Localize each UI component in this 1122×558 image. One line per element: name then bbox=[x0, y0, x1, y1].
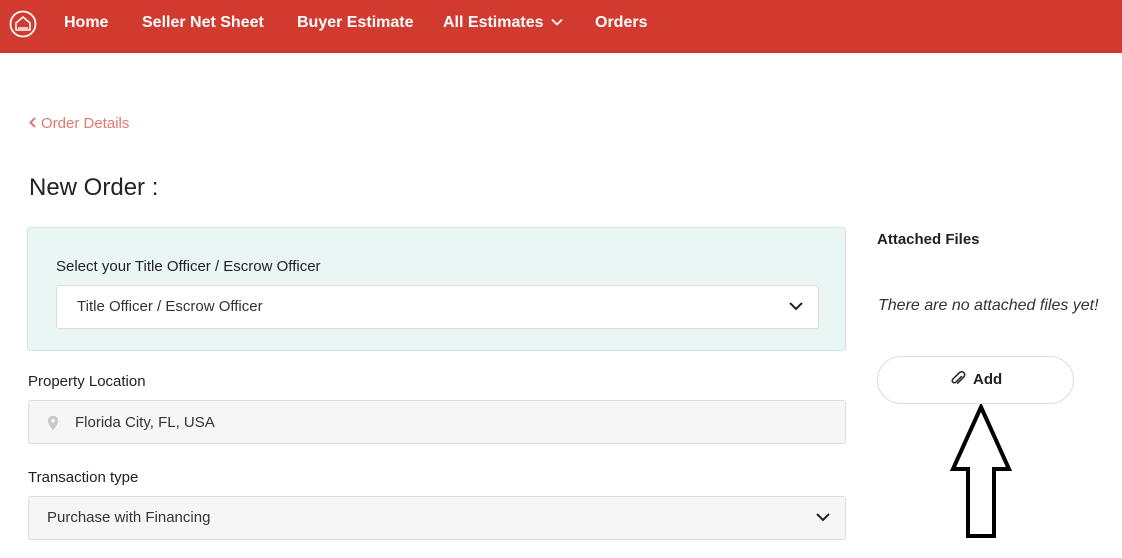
officer-select-label: Select your Title Officer / Escrow Offic… bbox=[56, 258, 321, 275]
attached-files-heading: Attached Files bbox=[877, 231, 980, 248]
property-location-label: Property Location bbox=[28, 373, 146, 390]
property-location-input[interactable] bbox=[75, 401, 835, 443]
nav-all-estimates-label: All Estimates bbox=[443, 14, 544, 31]
property-location-field[interactable] bbox=[28, 400, 846, 444]
add-file-button[interactable]: Add bbox=[877, 356, 1074, 404]
transaction-type-label: Transaction type bbox=[28, 469, 139, 486]
nav-seller-net-sheet[interactable]: Seller Net Sheet bbox=[142, 14, 264, 32]
officer-select-dropdown[interactable]: Title Officer / Escrow Officer bbox=[56, 285, 819, 329]
page-title: New Order : bbox=[29, 174, 159, 201]
officer-select-value: Title Officer / Escrow Officer bbox=[77, 298, 263, 315]
top-navigation-bar: Home Seller Net Sheet Buyer Estimate All… bbox=[0, 0, 1122, 53]
chevron-left-icon bbox=[29, 117, 36, 128]
nav-all-estimates[interactable]: All Estimates bbox=[443, 14, 564, 32]
chevron-down-icon bbox=[816, 513, 830, 522]
add-button-label: Add bbox=[973, 371, 1003, 388]
nav-buyer-estimate[interactable]: Buyer Estimate bbox=[297, 14, 414, 32]
paperclip-icon bbox=[951, 370, 966, 384]
nav-home[interactable]: Home bbox=[64, 14, 108, 32]
nav-orders[interactable]: Orders bbox=[595, 14, 647, 32]
officer-selection-panel: Select your Title Officer / Escrow Offic… bbox=[27, 227, 846, 351]
transaction-type-value: Purchase with Financing bbox=[47, 509, 211, 526]
transaction-type-dropdown[interactable]: Purchase with Financing bbox=[28, 496, 846, 540]
no-files-message: There are no attached files yet! bbox=[878, 297, 1099, 314]
back-to-order-details-link[interactable]: Order Details bbox=[29, 115, 129, 132]
map-pin-icon bbox=[47, 415, 59, 431]
house-circle-logo-icon[interactable] bbox=[9, 10, 37, 38]
back-link-label: Order Details bbox=[41, 115, 130, 132]
chevron-down-icon bbox=[551, 18, 564, 26]
chevron-down-icon bbox=[789, 302, 803, 311]
up-arrow-icon bbox=[949, 404, 1013, 538]
